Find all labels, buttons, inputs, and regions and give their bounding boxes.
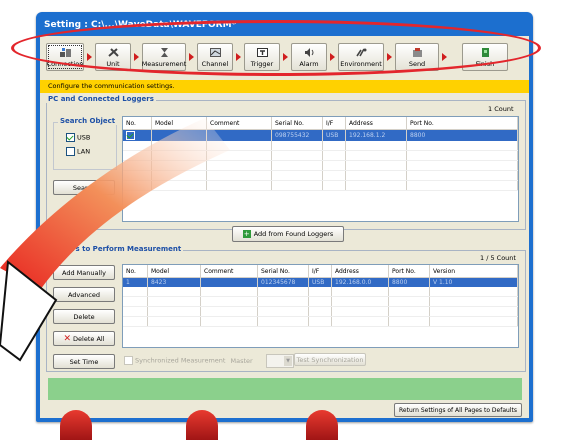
table-header: No. Model Comment Serial No. I/F Address… [123,117,518,130]
checkbox-checked-icon [66,133,75,142]
lan-checkbox[interactable]: LAN [66,147,90,156]
column-header: Serial No. [257,265,309,278]
window-client-area: Connection Unit Measurement Channel Trig… [40,36,529,418]
red-tab-shape [306,410,338,440]
table-row[interactable]: 098755432 USB 192.168.1.2 8800 [123,129,518,141]
table-row [123,296,518,307]
row-checkbox-icon[interactable] [126,131,135,140]
set-time-button[interactable]: Set Time [53,354,115,369]
cell-address: 192.168.1.2 [345,129,407,141]
add-from-found-label: Add from Found Loggers [253,230,334,238]
usb-checkbox[interactable]: USB [66,133,90,142]
cell-model [151,129,207,141]
column-header: Address [345,117,407,130]
column-header: I/F [322,117,346,130]
add-icon: + [242,230,251,238]
measure-count: 1 / 5 Count [480,254,516,262]
cell-no [123,129,152,141]
add-from-found-button[interactable]: + Add from Found Loggers [232,226,344,242]
table-row [123,180,518,191]
return-defaults-button[interactable]: Return Settings of All Pages to Defaults [394,403,522,417]
usb-label: USB [77,133,91,142]
table-row[interactable]: 1 8423 012345678 USB 192.168.0.0 8800 V … [123,277,518,287]
delete-button[interactable]: Delete [53,309,115,324]
delete-x-icon: ✕ [63,333,72,344]
table-row [123,141,518,151]
cell-version: V 1.10 [429,277,518,287]
status-area [48,378,522,400]
column-header: Port No. [406,117,518,130]
cell-serial: 098755432 [271,129,323,141]
highlight-oval [11,20,541,76]
table-row [123,316,518,327]
measure-loggers-table: No. Model Comment Serial No. I/F Address… [122,264,519,348]
search-object-group [53,122,117,170]
column-header: I/F [308,265,332,278]
test-synchronization-button[interactable]: Test Synchronization [294,353,366,366]
column-header: Serial No. [271,117,323,130]
column-header: Version [429,265,518,278]
add-manually-button[interactable]: Add Manually [53,265,115,280]
found-loggers-table: No. Model Comment Serial No. I/F Address… [122,116,519,222]
cell-port: 8800 [388,277,430,287]
instruction-banner: Configure the communication settings. [40,80,529,93]
red-tab-shape [60,410,92,440]
cell-comment [200,277,258,287]
delete-all-button[interactable]: ✕ Delete All [53,331,115,346]
column-header: Address [331,265,389,278]
cell-if: USB [308,277,332,287]
cell-serial: 012345678 [257,277,309,287]
search-button[interactable]: Search [53,180,115,195]
cell-no: 1 [123,277,148,287]
red-tab-shape [186,410,218,440]
table-row [123,150,518,161]
table-header: No. Model Comment Serial No. I/F Address… [123,265,518,278]
cell-address: 192.168.0.0 [331,277,389,287]
table-row [123,306,518,317]
pc-loggers-title: PC and Connected Loggers [46,95,156,103]
column-header: Comment [200,265,258,278]
column-header: No. [123,117,152,130]
delete-all-label: Delete All [73,334,105,343]
table-row [123,170,518,181]
chevron-down-icon: ▼ [284,356,292,366]
column-header: No. [123,265,148,278]
found-count: 1 Count [488,105,514,113]
column-header: Model [151,117,207,130]
cell-port: 8800 [406,129,518,141]
sync-checkbox[interactable]: Synchronized Measurement Master [124,356,253,365]
column-header: Comment [206,117,272,130]
column-header: Port No. [388,265,430,278]
master-select[interactable]: ▼ [266,354,294,368]
checkbox-unchecked-icon [124,356,133,365]
cell-comment [206,129,272,141]
advanced-button[interactable]: Advanced [53,287,115,302]
cell-if: USB [322,129,346,141]
measure-loggers-title: Loggers to Perform Measurement [46,245,184,253]
cell-model: 8423 [147,277,201,287]
checkbox-unchecked-icon [66,147,75,156]
column-header: Model [147,265,201,278]
table-row [123,160,518,171]
master-label: Master [230,356,253,365]
table-row [123,287,518,297]
search-object-title: Search Object [58,117,118,125]
sync-label: Synchronized Measurement [135,356,226,365]
lan-label: LAN [77,147,91,156]
